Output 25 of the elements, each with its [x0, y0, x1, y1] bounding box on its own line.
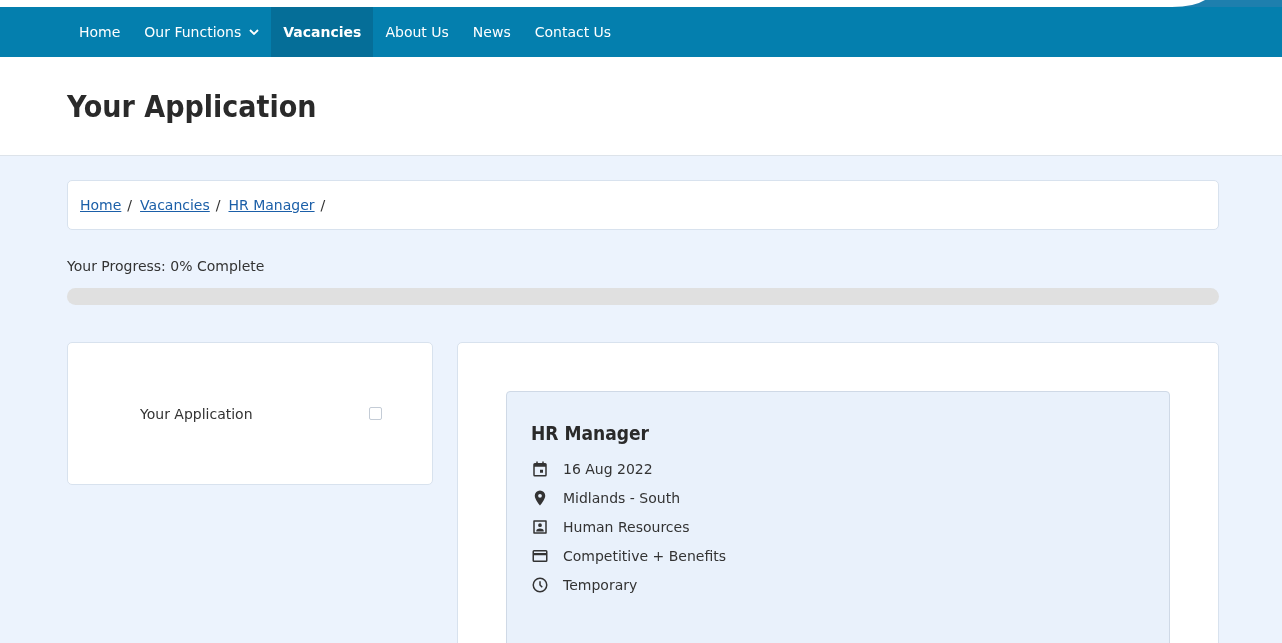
nav-link[interactable]: Home: [67, 7, 133, 57]
job-title: HR Manager: [531, 422, 650, 444]
breadcrumb-separator: /: [127, 197, 133, 213]
contact-card-icon: [531, 517, 549, 536]
clock-icon: [531, 575, 549, 594]
job-detail: Temporary: [563, 576, 638, 593]
chevron-down-icon: [249, 29, 260, 35]
breadcrumb-link[interactable]: Home: [80, 197, 122, 213]
nav-link[interactable]: News: [460, 7, 523, 57]
step-label[interactable]: Your Application: [140, 405, 253, 422]
nav-link[interactable]: About Us: [373, 7, 461, 57]
job-detail: 16 Aug 2022: [563, 460, 653, 477]
breadcrumb-link[interactable]: Vacancies: [140, 197, 210, 213]
job-detail: Competitive + Benefits: [563, 547, 727, 564]
job-detail: Midlands - South: [563, 489, 681, 506]
progress-label: Your Progress: 0% Complete: [67, 258, 266, 274]
nav-link[interactable]: Vacancies: [271, 7, 374, 57]
breadcrumb-separator: /: [215, 197, 221, 213]
nav-link[interactable]: Our Functions: [132, 7, 272, 57]
breadcrumb-link[interactable]: HR Manager: [228, 197, 315, 213]
job-detail: Human Resources: [563, 518, 690, 535]
nav-link[interactable]: Contact Us: [522, 7, 624, 57]
calendar-icon: [531, 459, 549, 478]
page-title: Your Application: [67, 88, 317, 124]
breadcrumb-separator: /: [320, 197, 326, 213]
